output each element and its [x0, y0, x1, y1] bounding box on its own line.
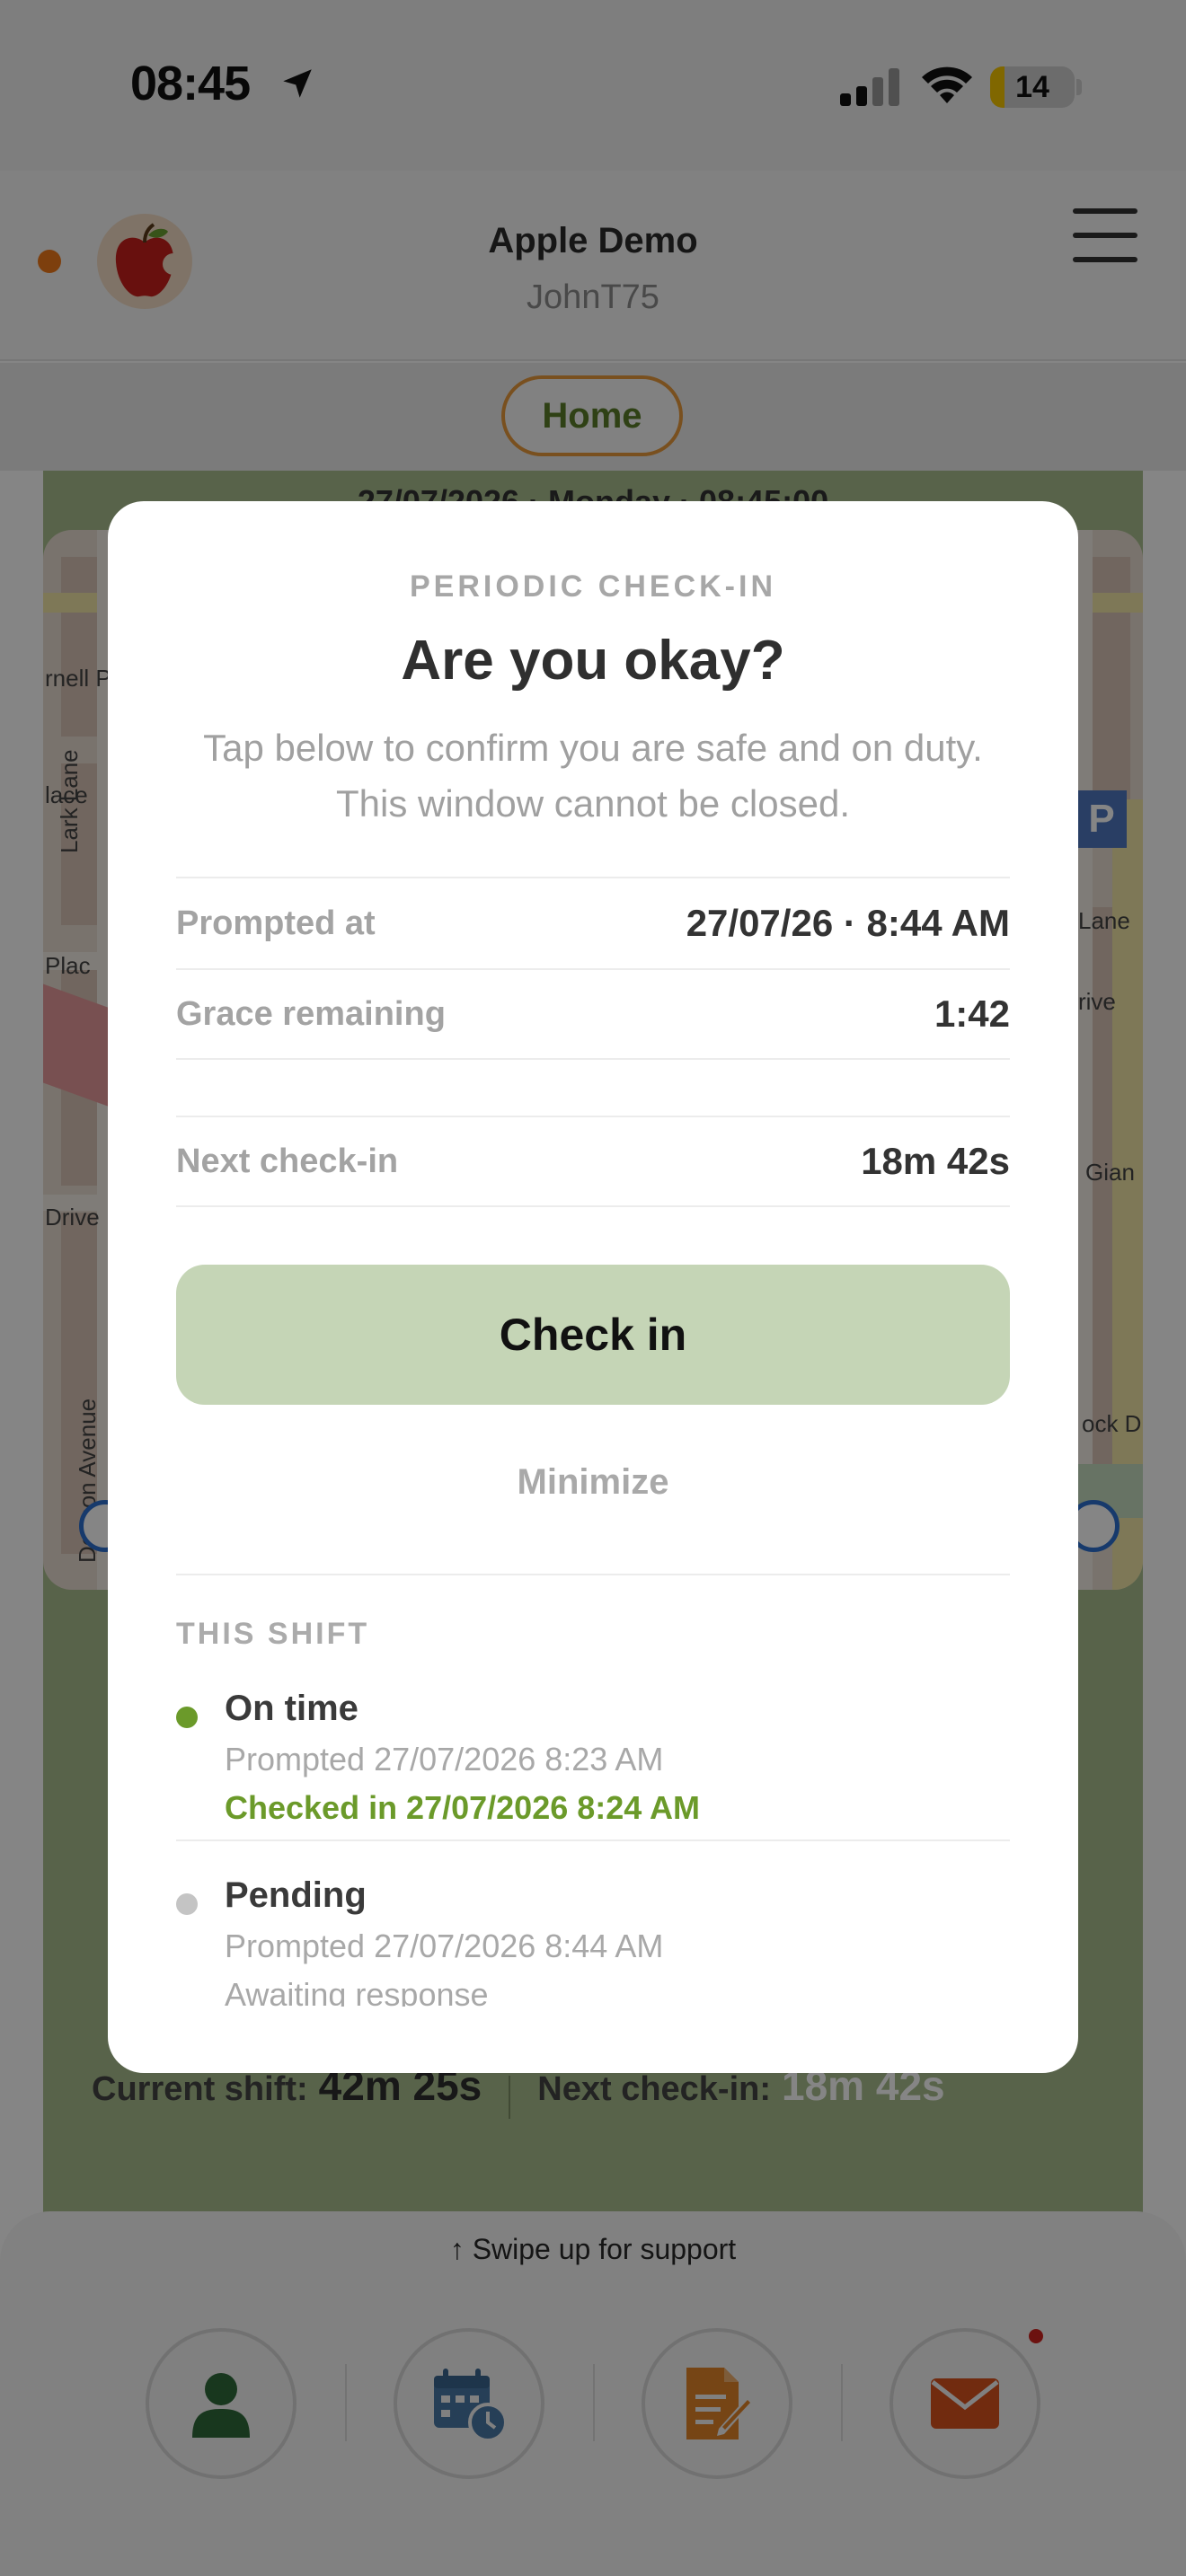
- section-divider: [176, 1574, 1010, 1575]
- prompted-at-row: Prompted at 27/07/26 · 8:44 AM: [176, 877, 1010, 968]
- next-checkin-row: Next check-in 18m 42s: [176, 1116, 1010, 1207]
- history-prompted: Prompted 27/07/2026 8:44 AM: [225, 1928, 664, 1964]
- history-prompted: Prompted 27/07/2026 8:23 AM: [225, 1741, 664, 1778]
- grace-remaining-value: 1:42: [934, 992, 1010, 1035]
- prompted-at-value: 27/07/26 · 8:44 AM: [686, 902, 1010, 944]
- prompted-at-label: Prompted at: [176, 904, 376, 942]
- modal-content[interactable]: PERIODIC CHECK-IN Are you okay? Tap belo…: [176, 501, 1010, 2007]
- grace-remaining-label: Grace remaining: [176, 994, 446, 1033]
- history-separator: [176, 1839, 1010, 1841]
- history-status: Pending: [225, 1875, 367, 1915]
- next-checkin-value: 18m 42s: [861, 1140, 1010, 1182]
- history-detail: Checked in 27/07/2026 8:24 AM: [225, 1789, 700, 1826]
- status-dot: [176, 1893, 198, 1915]
- check-in-button[interactable]: Check in: [176, 1265, 1010, 1405]
- history-item: Pending Prompted 27/07/2026 8:44 AM Awai…: [176, 1875, 1010, 2007]
- history-detail: Awaiting response: [225, 1976, 489, 2007]
- this-shift-heading: THIS SHIFT: [176, 1617, 370, 1651]
- history-status: On time: [225, 1689, 358, 1728]
- checkin-modal: PERIODIC CHECK-IN Are you okay? Tap belo…: [108, 501, 1078, 2073]
- modal-title: Are you okay?: [401, 630, 785, 692]
- modal-eyebrow: PERIODIC CHECK-IN: [409, 569, 777, 604]
- modal-description: Tap below to confirm you are safe and on…: [203, 727, 983, 825]
- status-dot: [176, 1707, 198, 1728]
- grace-remaining-row: Grace remaining 1:42: [176, 968, 1010, 1060]
- next-checkin-label: Next check-in: [176, 1142, 399, 1180]
- history-item: On time Prompted 27/07/2026 8:23 AM Chec…: [176, 1689, 1010, 1841]
- minimize-button[interactable]: Minimize: [176, 1462, 1010, 1503]
